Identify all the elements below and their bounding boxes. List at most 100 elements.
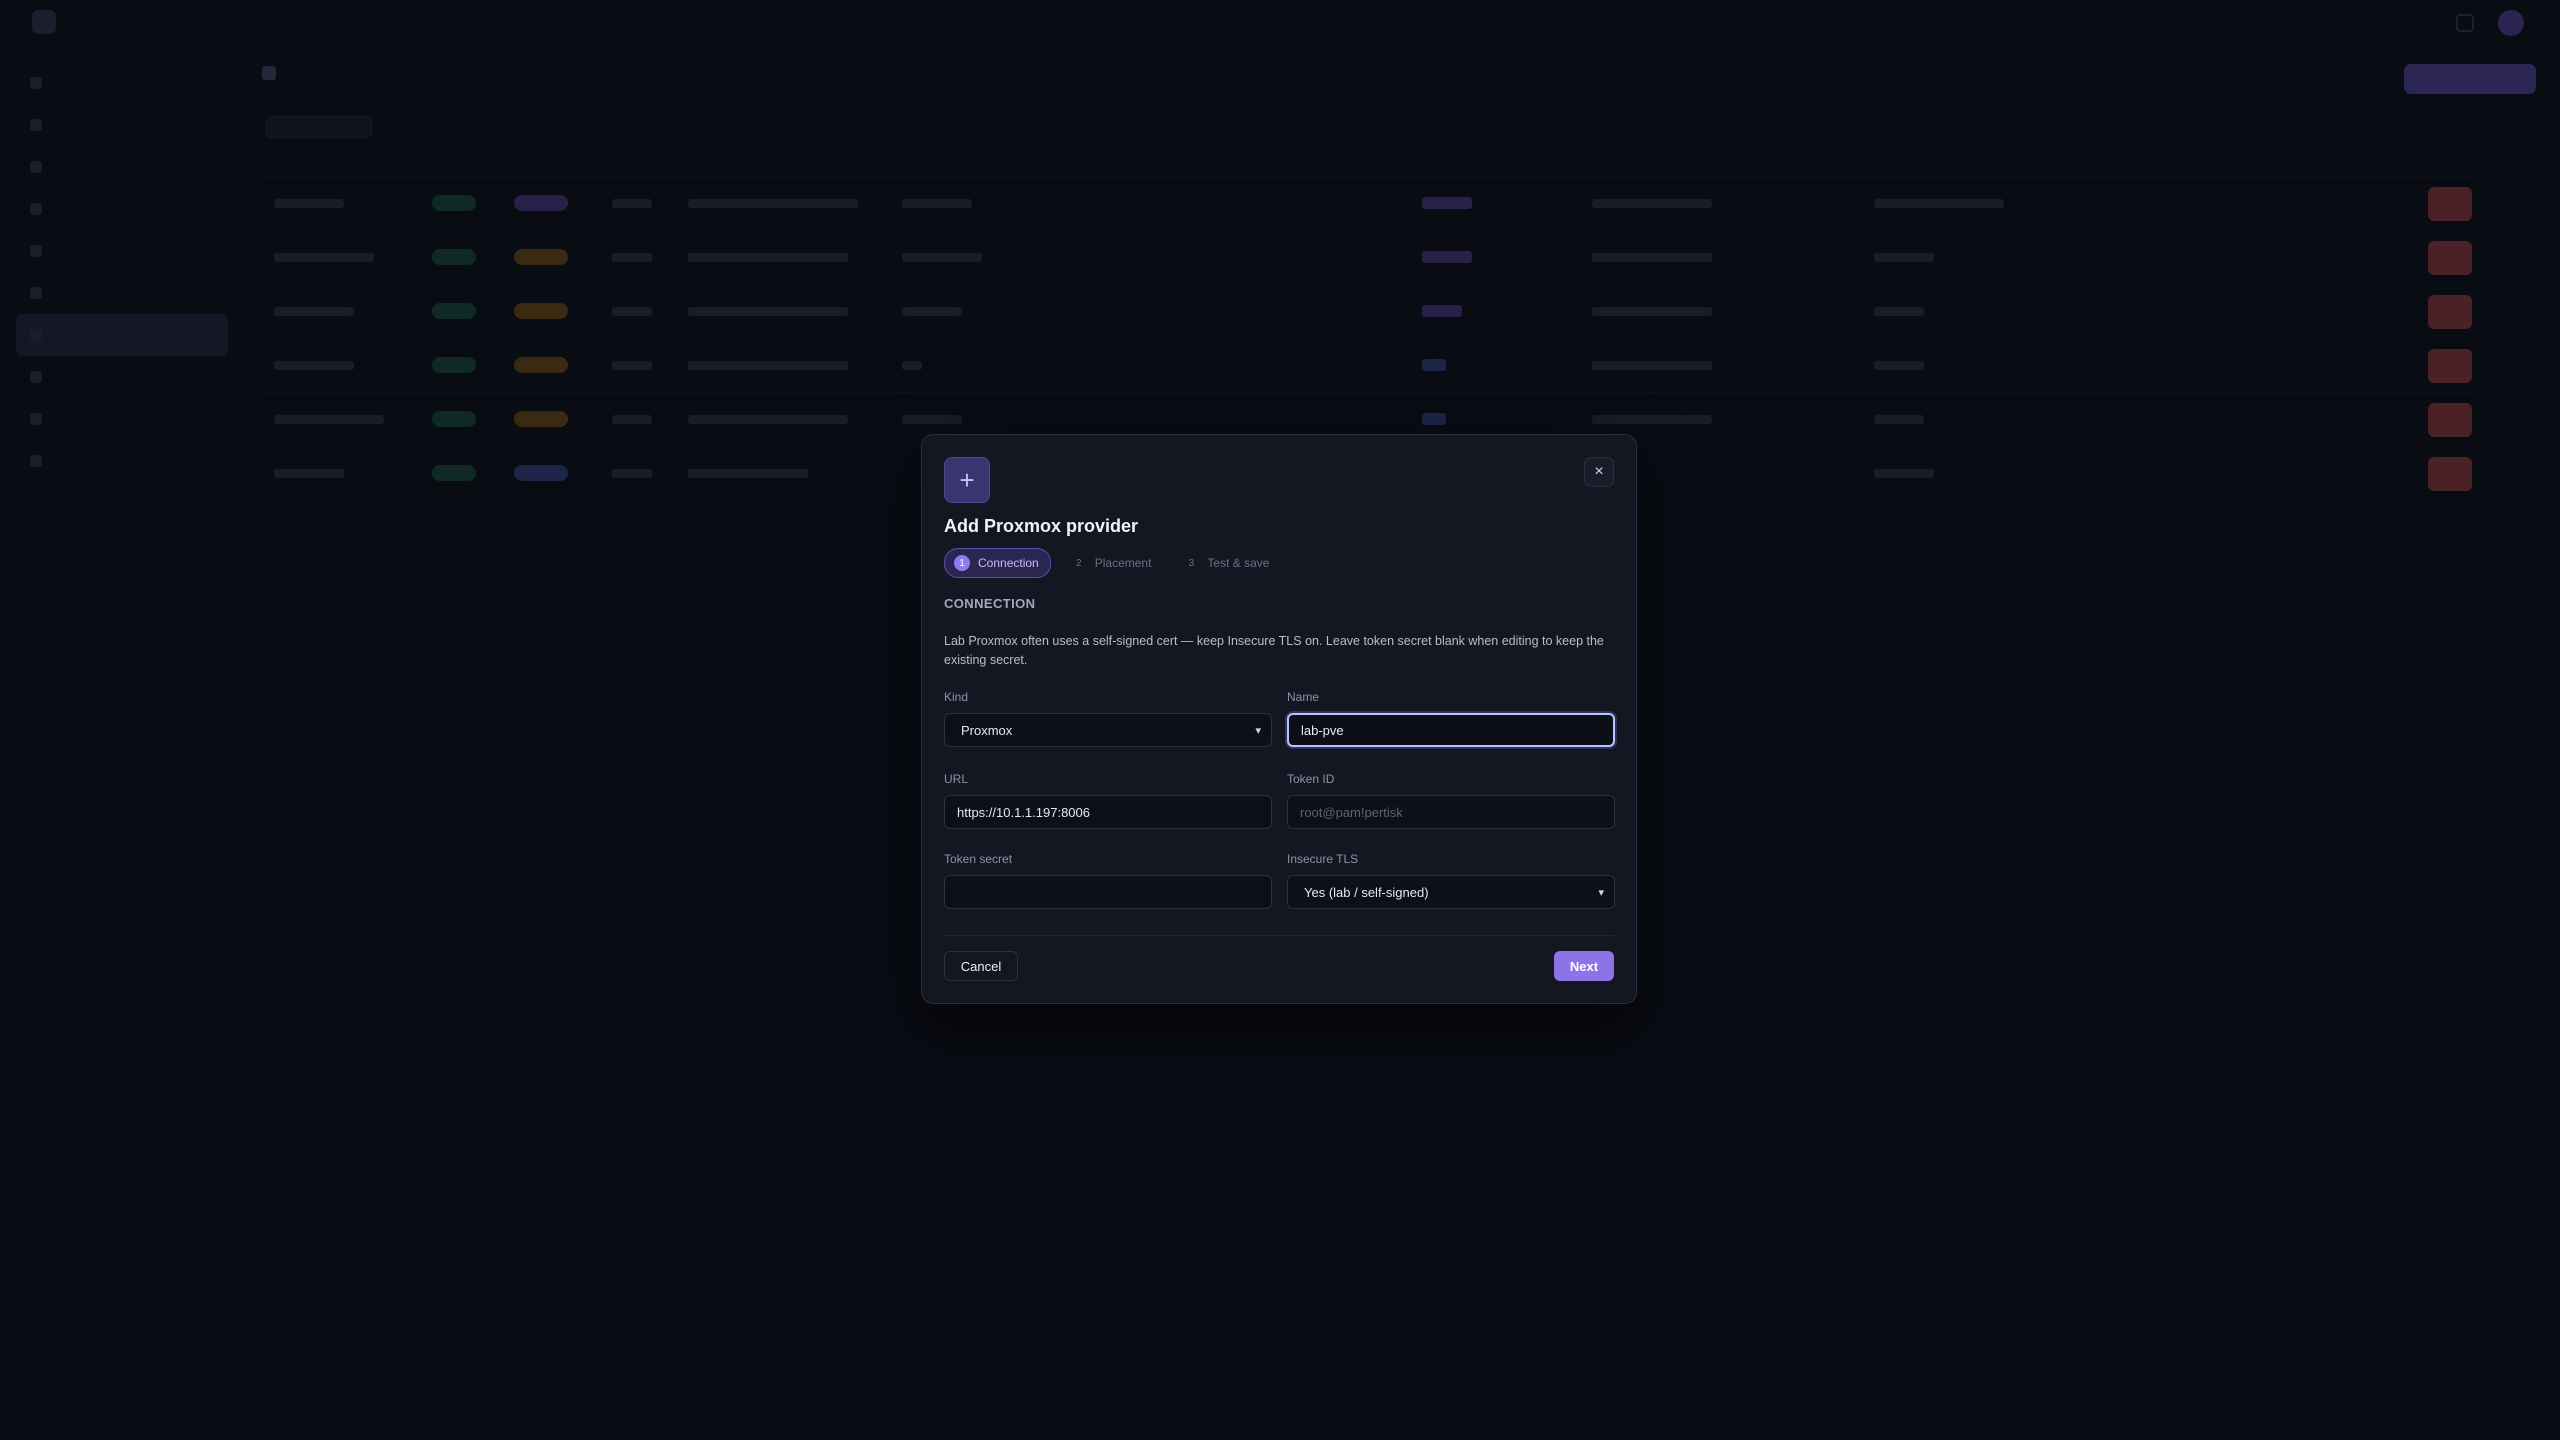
url-value: https://10.1.1.197:8006 — [957, 804, 1090, 820]
cell — [1874, 253, 1934, 262]
delete-button[interactable] — [2428, 403, 2472, 437]
kind-select[interactable]: Proxmox ▾ — [944, 713, 1272, 747]
usage-bar — [1422, 197, 1472, 209]
status-badge — [432, 465, 476, 481]
cell — [1874, 415, 1924, 424]
usage-bar — [1422, 359, 1446, 371]
step-label: Connection — [978, 556, 1039, 570]
next-button[interactable]: Next — [1554, 951, 1614, 981]
cell — [612, 361, 652, 370]
sidebar-item[interactable] — [16, 440, 228, 482]
cell — [1874, 199, 2004, 208]
nav-icon — [30, 119, 42, 131]
nav-icon — [30, 287, 42, 299]
step-number: 2 — [1075, 557, 1082, 569]
table-row[interactable] — [262, 230, 2474, 284]
top-right-area — [2456, 10, 2524, 36]
cell — [274, 199, 344, 208]
name-input[interactable]: lab-pve — [1287, 713, 1615, 747]
step-test-save[interactable]: 3 Test & save — [1173, 548, 1281, 578]
status-badge — [432, 195, 476, 211]
step-number: 3 — [1188, 557, 1195, 569]
url-input[interactable]: https://10.1.1.197:8006 — [944, 795, 1272, 829]
brand-logo-icon — [32, 10, 56, 34]
table-header — [262, 146, 2474, 176]
cell — [1874, 307, 1924, 316]
kind-value: Proxmox — [961, 722, 1013, 738]
nav-icon — [30, 455, 42, 467]
cell — [1592, 307, 1712, 316]
cell — [612, 469, 652, 478]
status-badge — [432, 249, 476, 265]
insecure-tls-select[interactable]: Yes (lab / self-signed) ▾ — [1287, 875, 1615, 909]
cell — [274, 307, 354, 316]
step-label: Placement — [1094, 556, 1152, 570]
sidebar-item[interactable] — [16, 356, 228, 398]
cell — [1874, 469, 1934, 478]
sidebar-item[interactable] — [16, 146, 228, 188]
cancel-button[interactable]: Cancel — [944, 951, 1018, 981]
table-row[interactable] — [262, 338, 2474, 392]
kind-badge — [514, 465, 568, 481]
kind-badge — [514, 249, 568, 265]
close-button[interactable]: × — [1584, 457, 1614, 487]
page-header — [262, 66, 276, 80]
sidebar-item[interactable] — [16, 104, 228, 146]
delete-button[interactable] — [2428, 457, 2472, 491]
cell — [274, 361, 354, 370]
footer-divider — [944, 935, 1614, 936]
nav-icon — [30, 161, 42, 173]
cell — [1592, 253, 1712, 262]
stepper: 1 Connection 2 Placement 3 Test & save — [944, 548, 1281, 578]
cell — [688, 415, 848, 424]
cell — [1592, 361, 1712, 370]
insecure-tls-label: Insecure TLS — [1287, 852, 1359, 866]
delete-button[interactable] — [2428, 295, 2472, 329]
add-provider-dialog: + × Add Proxmox provider 1 Connection 2 … — [921, 434, 1637, 1004]
page-icon — [262, 66, 276, 80]
dialog-title: Add Proxmox provider — [944, 516, 1139, 536]
table-row[interactable] — [262, 176, 2474, 230]
cell — [902, 199, 972, 208]
avatar[interactable] — [2498, 10, 2524, 36]
step-placement[interactable]: 2 Placement — [1061, 548, 1164, 578]
section-title: CONNECTION — [944, 596, 1036, 611]
filter-pill[interactable] — [266, 116, 372, 138]
cell — [612, 415, 652, 424]
name-label: Name — [1287, 690, 1320, 704]
cell — [902, 361, 922, 370]
token-secret-input[interactable] — [944, 875, 1272, 909]
url-label: URL — [944, 772, 969, 786]
step-connection[interactable]: 1 Connection — [944, 548, 1051, 578]
kind-badge — [514, 195, 568, 211]
cell — [274, 469, 344, 478]
token-id-input[interactable]: root@pam!pertisk — [1287, 795, 1615, 829]
kind-badge — [514, 357, 568, 373]
sidebar-item[interactable] — [16, 62, 228, 104]
status-badge — [432, 411, 476, 427]
cell — [1874, 361, 1924, 370]
sidebar-item[interactable] — [16, 188, 228, 230]
sidebar-item[interactable] — [16, 272, 228, 314]
table-row[interactable] — [262, 284, 2474, 338]
sidebar-item[interactable] — [16, 398, 228, 440]
cell — [902, 253, 982, 262]
sidebar-item-active[interactable] — [16, 314, 228, 356]
nav-icon — [30, 371, 42, 383]
delete-button[interactable] — [2428, 349, 2472, 383]
cell — [688, 469, 808, 478]
close-icon: × — [1594, 463, 1604, 480]
add-provider-button[interactable] — [2404, 64, 2536, 94]
usage-bar — [1422, 413, 1446, 425]
delete-button[interactable] — [2428, 187, 2472, 221]
plus-icon: + — [944, 457, 990, 503]
name-value: lab-pve — [1301, 722, 1344, 738]
notification-icon[interactable] — [2456, 14, 2474, 32]
kind-badge — [514, 411, 568, 427]
sidebar-item[interactable] — [16, 230, 228, 272]
status-badge — [432, 303, 476, 319]
cell — [688, 361, 848, 370]
delete-button[interactable] — [2428, 241, 2472, 275]
cell — [1592, 199, 1712, 208]
sidebar — [16, 62, 228, 482]
